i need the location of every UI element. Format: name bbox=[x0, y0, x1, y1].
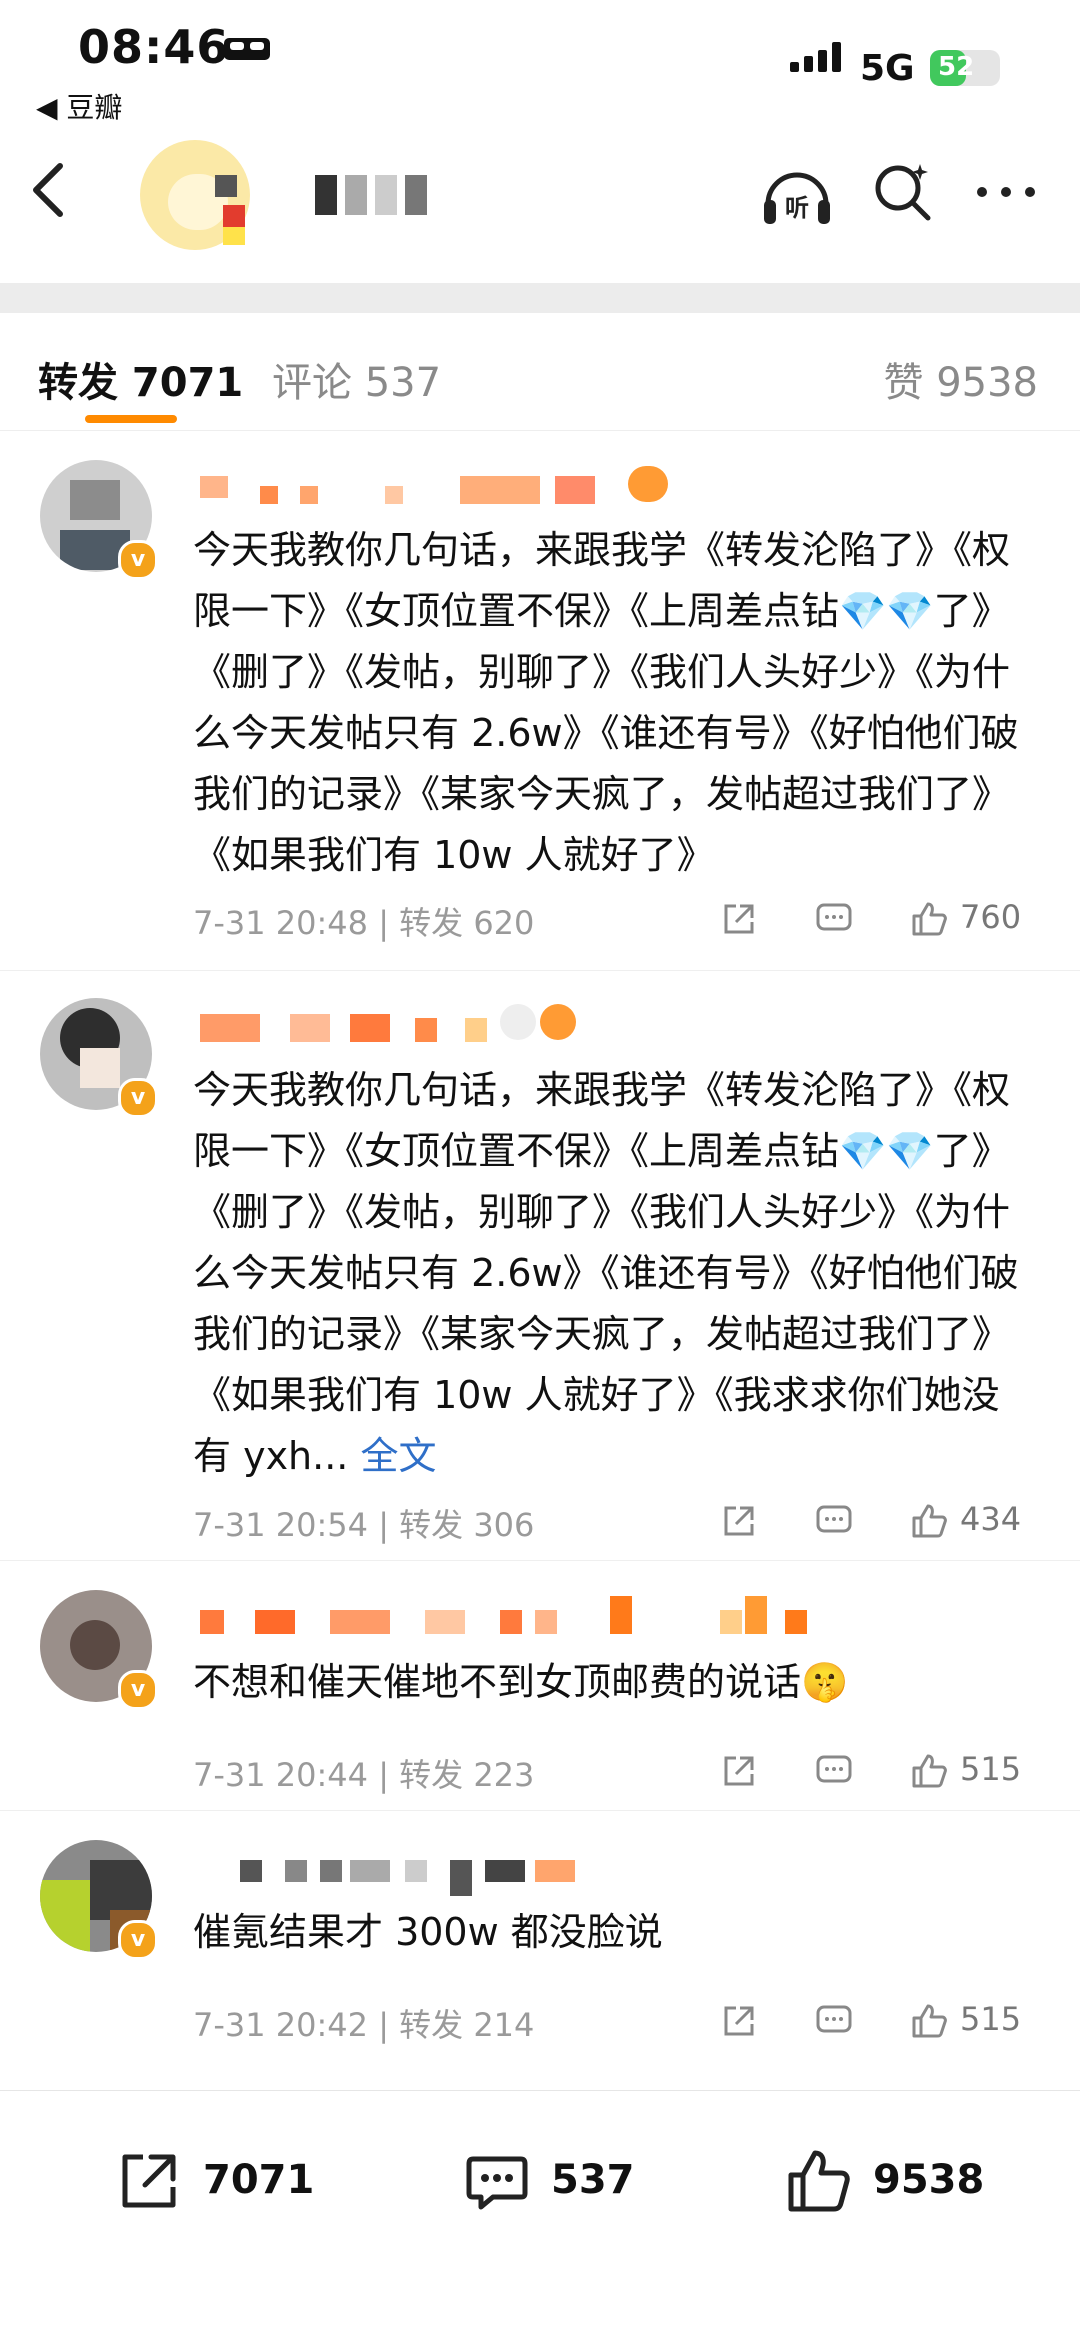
like-count: 515 bbox=[960, 1750, 1022, 1788]
list-item[interactable]: v 今天我教你几句话，来跟我学《转发沦陷了》《权限一下》《女顶位置不保》《上周差… bbox=[0, 970, 1080, 1561]
like-count: 515 bbox=[960, 2000, 1022, 2038]
comment-text: 今天我教你几句话，来跟我学《转发沦陷了》《权限一下》《女顶位置不保》《上周差点钻… bbox=[193, 1060, 1023, 1487]
list-item[interactable]: v 今天我教你几句话，来跟我学《转发沦陷了》《权限一下》《女顶位置不保》《上周差… bbox=[0, 430, 1080, 971]
like-icon[interactable] bbox=[910, 1502, 948, 1540]
comment-button[interactable]: 537 bbox=[463, 2147, 663, 2217]
battery-icon: 52 bbox=[930, 50, 1000, 86]
like-icon[interactable] bbox=[910, 2002, 948, 2040]
comment-icon[interactable] bbox=[815, 1752, 853, 1790]
comment-icon[interactable] bbox=[815, 1502, 853, 1540]
more-icon[interactable] bbox=[974, 182, 1038, 202]
like-count: 434 bbox=[960, 1500, 1022, 1538]
verified-badge-icon: v bbox=[118, 1078, 158, 1118]
verified-badge-icon: v bbox=[118, 1670, 158, 1710]
list-item[interactable]: v 催氪结果才 300w 都没脸说 7-31 20:42 | 转发 214 51… bbox=[0, 1810, 1080, 2060]
like-icon bbox=[788, 2150, 850, 2212]
verified-badge-icon: v bbox=[118, 1920, 158, 1960]
status-time: 08:46 bbox=[78, 20, 230, 74]
top-nav-bar: 听 bbox=[0, 120, 1080, 255]
comment-meta: 7-31 20:42 | 转发 214 bbox=[193, 2006, 535, 2044]
search-icon[interactable] bbox=[870, 160, 934, 224]
comment-actions: 434 bbox=[720, 1498, 1050, 1548]
battery-level: 52 bbox=[938, 52, 975, 82]
share-icon[interactable] bbox=[720, 1502, 758, 1540]
comment-icon[interactable] bbox=[815, 2002, 853, 2040]
network-type: 5G bbox=[860, 48, 915, 89]
comment-icon[interactable] bbox=[815, 900, 853, 938]
forward-count: 7071 bbox=[203, 2157, 315, 2203]
comment-meta: 7-31 20:54 | 转发 306 bbox=[193, 1506, 535, 1544]
like-button[interactable]: 9538 bbox=[785, 2147, 1015, 2217]
comment-text: 催氪结果才 300w 都没脸说 bbox=[193, 1910, 663, 1954]
list-item[interactable]: v 不想和催天催地不到女顶邮费的说话🤫 7-31 20:44 | 转发 223 … bbox=[0, 1560, 1080, 1811]
like-icon[interactable] bbox=[910, 900, 948, 938]
share-icon[interactable] bbox=[720, 900, 758, 938]
active-tab-indicator bbox=[85, 415, 177, 423]
tab-like[interactable]: 赞 9538 bbox=[883, 350, 1038, 408]
comment-meta: 7-31 20:48 | 转发 620 bbox=[193, 904, 535, 942]
expand-full-text-link[interactable]: 全文 bbox=[360, 1434, 436, 1478]
back-arrow-icon[interactable] bbox=[28, 160, 68, 220]
comment-actions: 515 bbox=[720, 1748, 1050, 1798]
comment-text: 今天我教你几句话，来跟我学《转发沦陷了》《权限一下》《女顶位置不保》《上周差点钻… bbox=[193, 528, 1019, 877]
bottom-action-bar: 7071 537 9538 bbox=[0, 2090, 1080, 2261]
forward-button[interactable]: 7071 bbox=[115, 2147, 315, 2217]
share-icon[interactable] bbox=[720, 2002, 758, 2040]
comment-text-body: 今天我教你几句话，来跟我学《转发沦陷了》《权限一下》《女顶位置不保》《上周差点钻… bbox=[193, 1068, 1019, 1478]
comment-actions: 515 bbox=[720, 1998, 1050, 2048]
listen-icon[interactable]: 听 bbox=[760, 160, 834, 234]
verified-badge-icon: v bbox=[118, 540, 158, 580]
interaction-tabs: 转发 7071 评论 537 赞 9538 bbox=[0, 320, 1080, 431]
like-count: 9538 bbox=[873, 2157, 985, 2203]
like-count: 760 bbox=[960, 898, 1022, 936]
share-icon bbox=[122, 2154, 176, 2208]
comment-actions: 760 bbox=[720, 896, 1050, 946]
comment-meta: 7-31 20:44 | 转发 223 bbox=[193, 1756, 535, 1794]
svg-text:听: 听 bbox=[785, 194, 809, 222]
comment-icon bbox=[466, 2156, 528, 2210]
signal-icon bbox=[790, 42, 841, 72]
like-icon[interactable] bbox=[910, 1752, 948, 1790]
comment-count: 537 bbox=[551, 2157, 635, 2203]
tab-comment[interactable]: 评论 537 bbox=[272, 350, 441, 408]
tab-forward[interactable]: 转发 7071 bbox=[38, 350, 243, 408]
section-divider bbox=[0, 283, 1080, 313]
share-icon[interactable] bbox=[720, 1752, 758, 1790]
sleep-mode-icon bbox=[224, 38, 270, 60]
status-bar: 08:46 ◀ 豆瓣 5G 52 bbox=[0, 0, 1080, 124]
comment-text: 不想和催天催地不到女顶邮费的说话🤫 bbox=[193, 1660, 849, 1704]
